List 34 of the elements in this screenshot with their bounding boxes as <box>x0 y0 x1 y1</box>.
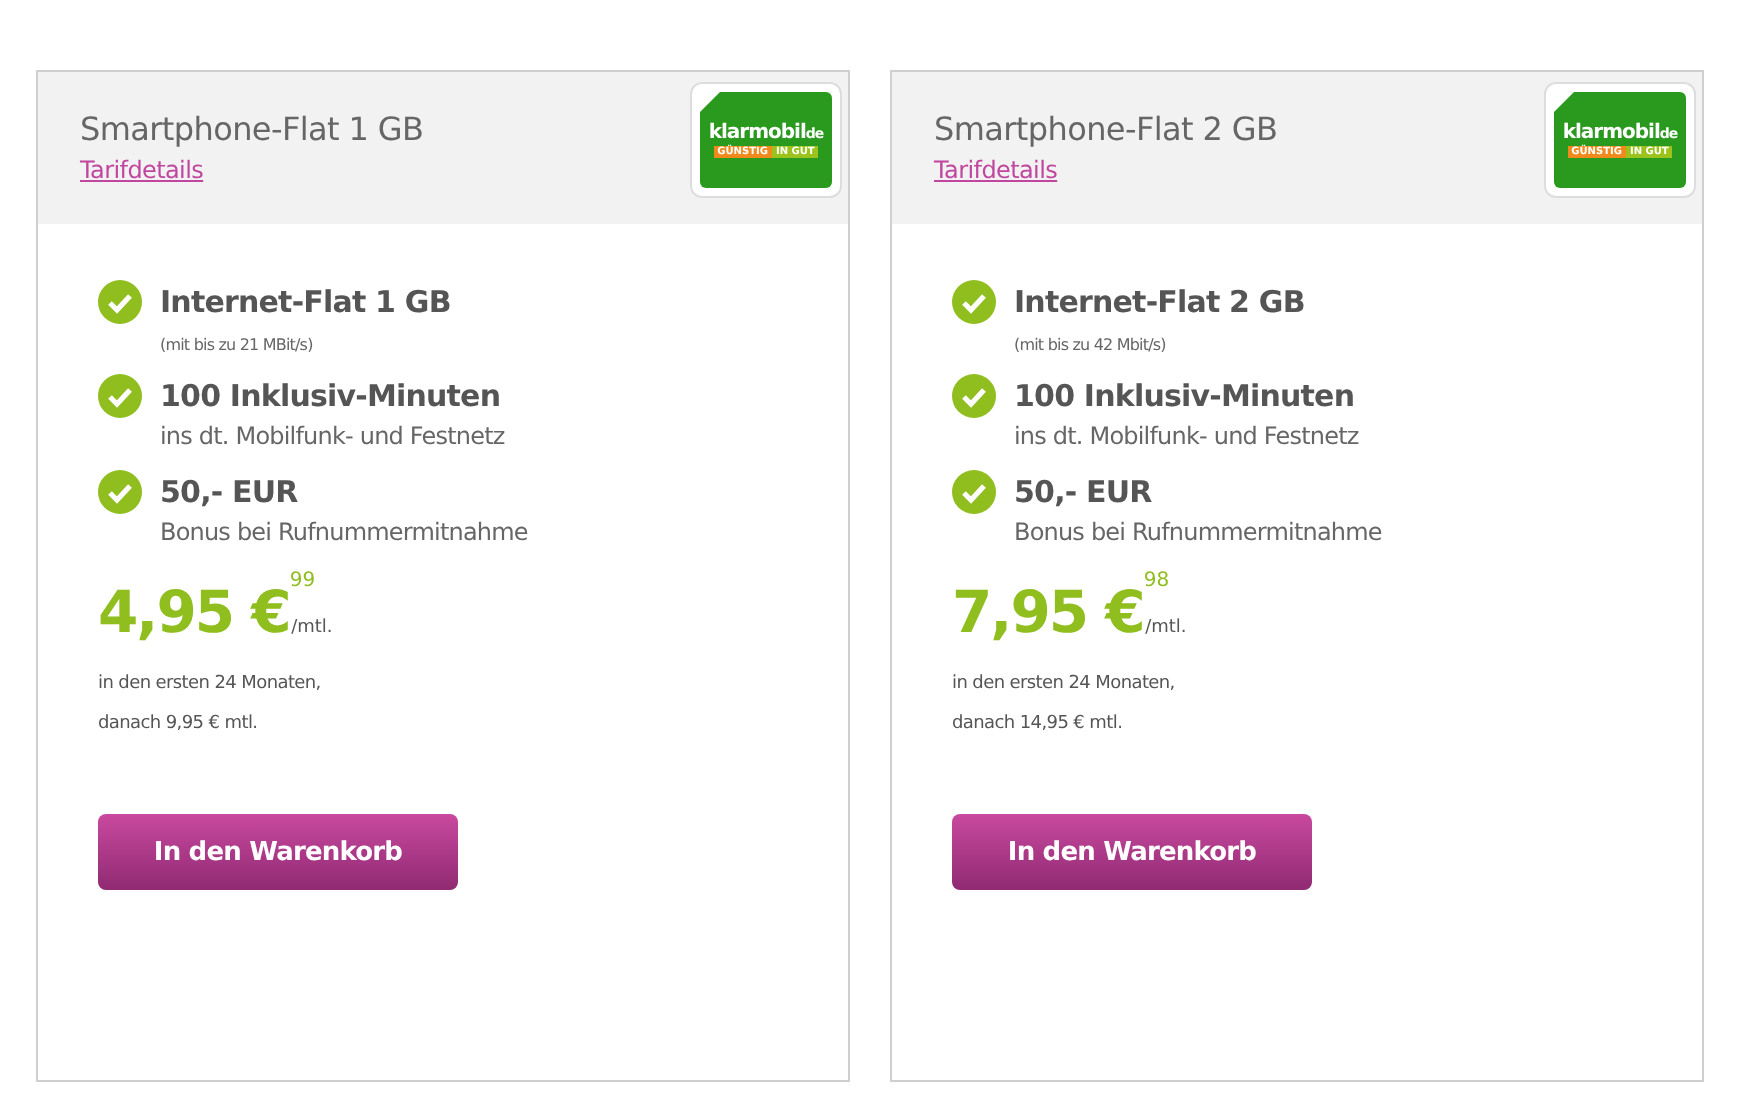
price-condition: danach 9,95 € mtl. <box>98 714 260 734</box>
feature-title: Internet-Flat 1 GB <box>160 282 453 324</box>
check-icon <box>952 280 996 324</box>
check-icon <box>952 470 996 514</box>
price-cents: 98 <box>1143 570 1170 592</box>
check-icon <box>98 470 142 514</box>
price-period: /mtl. <box>1145 618 1187 638</box>
feature-title: 50,- EUR <box>1014 472 1154 514</box>
feature-title: Internet-Flat 2 GB <box>1014 282 1307 324</box>
price-condition: in den ersten 24 Monaten, <box>98 674 323 694</box>
check-icon <box>98 374 142 418</box>
tariff-title: Smartphone-Flat 2 GB <box>934 110 1278 148</box>
feature-note: ins dt. Mobilfunk- und Festnetz <box>160 422 507 450</box>
tariff-title: Smartphone-Flat 1 GB <box>80 110 424 148</box>
price: 4,95 € <box>98 578 290 646</box>
price-cents: 99 <box>289 570 316 592</box>
tariff-details-link[interactable]: Tarifdetails <box>934 156 1278 184</box>
feature-note: ins dt. Mobilfunk- und Festnetz <box>1014 422 1361 450</box>
feature-note: (mit bis zu 42 Mbit/s) <box>1014 336 1168 354</box>
feature-note: Bonus bei Rufnummermitnahme <box>160 518 530 546</box>
add-to-cart-button[interactable]: In den Warenkorb <box>952 814 1312 890</box>
price-condition: danach 14,95 € mtl. <box>952 714 1125 734</box>
feature-note: Bonus bei Rufnummermitnahme <box>1014 518 1384 546</box>
add-to-cart-button[interactable]: In den Warenkorb <box>98 814 458 890</box>
feature-title: 50,- EUR <box>160 472 300 514</box>
feature-title: 100 Inklusiv-Minuten <box>1014 376 1357 418</box>
feature-title: 100 Inklusiv-Minuten <box>160 376 503 418</box>
feature-note: (mit bis zu 21 MBit/s) <box>160 336 315 354</box>
price-period: /mtl. <box>291 618 333 638</box>
price: 7,95 € <box>952 578 1144 646</box>
check-icon <box>98 280 142 324</box>
check-icon <box>952 374 996 418</box>
tariff-details-link[interactable]: Tarifdetails <box>80 156 424 184</box>
price-condition: in den ersten 24 Monaten, <box>952 674 1177 694</box>
